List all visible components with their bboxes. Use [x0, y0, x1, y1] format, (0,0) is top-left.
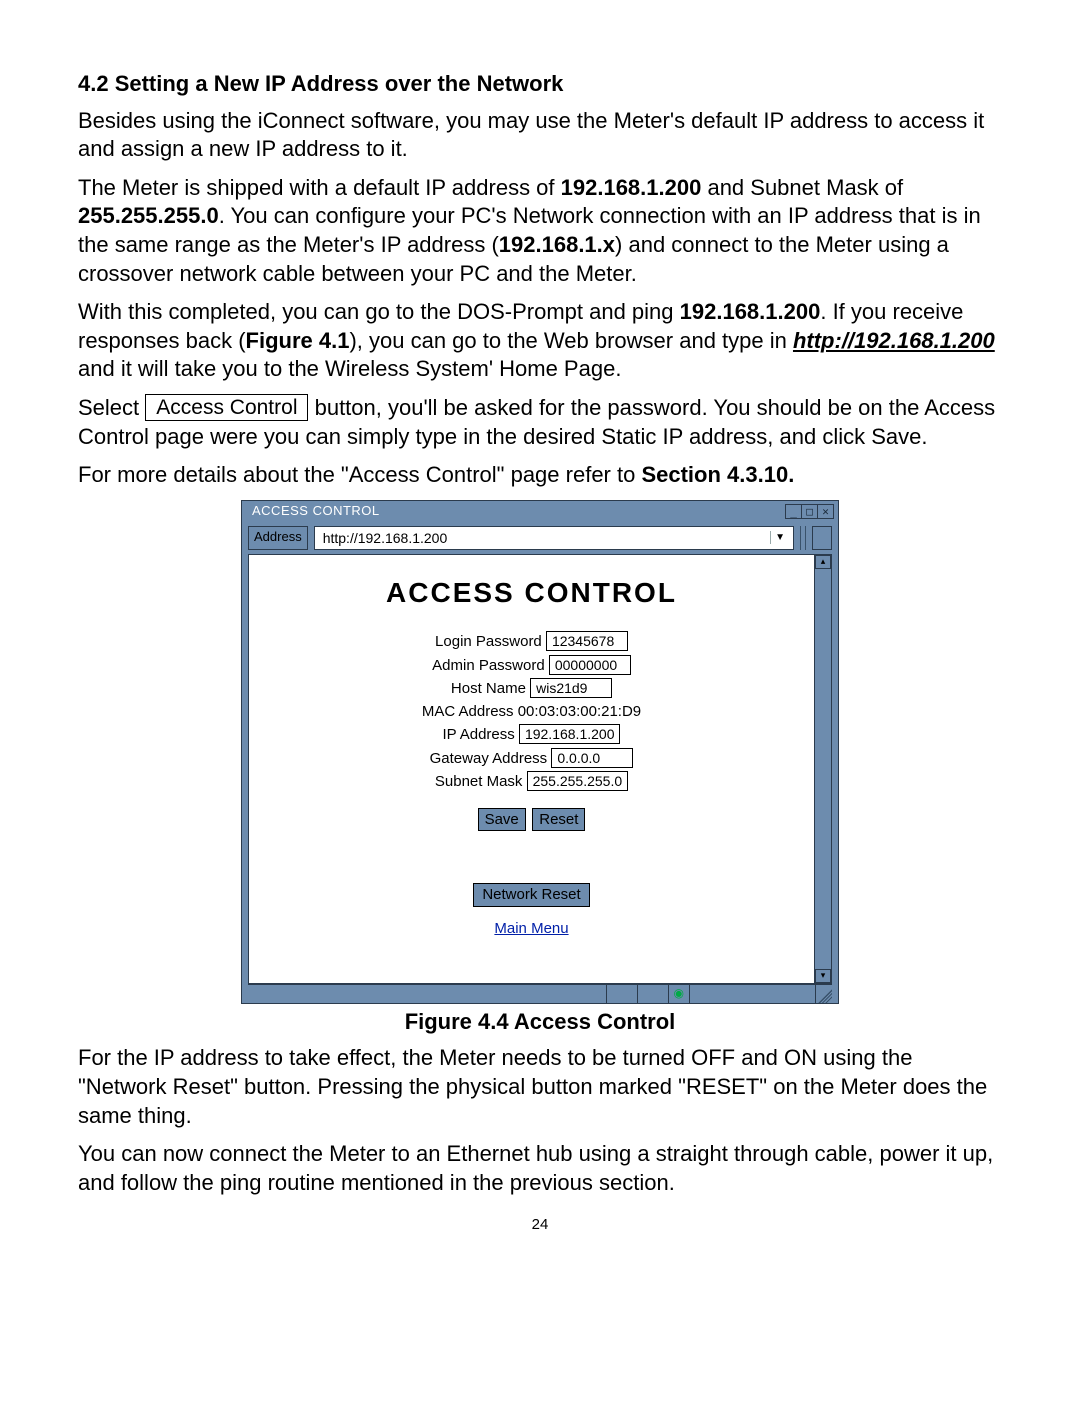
gateway-row: Gateway Address 0.0.0.0	[249, 748, 814, 769]
address-text: http://192.168.1.200	[323, 529, 448, 547]
status-bar: ◉	[248, 984, 832, 1003]
toolbar-button[interactable]	[812, 526, 832, 550]
subnet-row: Subnet Mask 255.255.255.0	[249, 771, 814, 792]
mac-address-value: 00:03:03:00:21:D9	[518, 702, 641, 722]
address-label: Address	[248, 526, 308, 550]
text: The Meter is shipped with a default IP a…	[78, 175, 561, 200]
admin-password-label: Admin Password	[432, 656, 545, 676]
browser-viewport: ACCESS CONTROL Login Password 12345678 A…	[248, 554, 832, 984]
text: ), you can go to the Web browser and typ…	[349, 328, 793, 353]
ip-address-field[interactable]: 192.168.1.200	[519, 724, 621, 744]
status-cell	[690, 985, 816, 1003]
ip-default: 192.168.1.200	[561, 175, 702, 200]
address-field[interactable]: http://192.168.1.200 ▼	[314, 526, 794, 550]
close-icon[interactable]: ✕	[817, 505, 833, 518]
scroll-down-icon[interactable]: ▾	[815, 969, 831, 983]
gateway-address-label: Gateway Address	[430, 749, 548, 769]
page-heading: ACCESS CONTROL	[249, 575, 814, 611]
paragraph-7: You can now connect the Meter to an Ethe…	[78, 1140, 1002, 1197]
subnet-mask-field[interactable]: 255.255.255.0	[527, 771, 629, 791]
browser-content-area: ACCESS CONTROL Login Password 12345678 A…	[242, 554, 838, 1003]
gateway-address-field[interactable]: 0.0.0.0	[551, 748, 633, 768]
section-ref: Section 4.3.10.	[641, 462, 794, 487]
text: Select	[78, 395, 145, 420]
login-password-label: Login Password	[435, 632, 542, 652]
globe-icon: ◉	[669, 985, 690, 1003]
main-menu-link[interactable]: Main Menu	[249, 919, 814, 939]
toolbar-separator	[800, 526, 806, 550]
ping-ip: 192.168.1.200	[680, 299, 821, 324]
figure-ref: Figure 4.1	[246, 328, 350, 353]
page-number: 24	[78, 1215, 1002, 1235]
status-cell	[248, 985, 607, 1003]
login-password-field[interactable]: 12345678	[546, 631, 628, 651]
browser-window: ACCESS CONTROL _ □ ✕ Address http://192.…	[241, 500, 839, 1004]
url-link: http://192.168.1.200	[793, 328, 995, 353]
text: and it will take you to the Wireless Sys…	[78, 356, 621, 381]
window-buttons: _ □ ✕	[785, 504, 834, 519]
ip-address-row: IP Address 192.168.1.200	[249, 724, 814, 745]
figure-caption: Figure 4.4 Access Control	[78, 1008, 1002, 1037]
login-password-row: Login Password 12345678	[249, 631, 814, 652]
text: With this completed, you can go to the D…	[78, 299, 680, 324]
scroll-up-icon[interactable]: ▴	[815, 555, 831, 569]
subnet-mask: 255.255.255.0	[78, 203, 219, 228]
reset-button[interactable]: Reset	[532, 808, 585, 832]
paragraph-2: The Meter is shipped with a default IP a…	[78, 174, 1002, 288]
address-bar-row: Address http://192.168.1.200 ▼	[242, 522, 838, 554]
access-control-inline-button: Access Control	[145, 394, 308, 421]
resize-grip-icon[interactable]	[816, 985, 832, 1003]
host-name-label: Host Name	[451, 679, 526, 699]
paragraph-5: For more details about the "Access Contr…	[78, 461, 1002, 490]
window-title: ACCESS CONTROL	[252, 503, 380, 520]
mac-address-row: MAC Address 00:03:03:00:21:D9	[249, 702, 814, 722]
host-name-row: Host Name wis21d9	[249, 678, 814, 699]
admin-password-field[interactable]: 00000000	[549, 655, 631, 675]
paragraph-1: Besides using the iConnect software, you…	[78, 107, 1002, 164]
status-cell	[607, 985, 638, 1003]
text: and Subnet Mask of	[701, 175, 903, 200]
minimize-icon[interactable]: _	[786, 505, 801, 518]
ip-address-label: IP Address	[443, 725, 515, 745]
text: For more details about the "Access Contr…	[78, 462, 641, 487]
paragraph-6: For the IP address to take effect, the M…	[78, 1044, 1002, 1130]
paragraph-4: Select Access Control button, you'll be …	[78, 394, 1002, 451]
admin-password-row: Admin Password 00000000	[249, 655, 814, 676]
host-name-field[interactable]: wis21d9	[530, 678, 612, 698]
network-reset-button[interactable]: Network Reset	[473, 883, 589, 907]
status-cell	[638, 985, 669, 1003]
maximize-icon[interactable]: □	[801, 505, 817, 518]
save-reset-row: Save Reset	[249, 808, 814, 832]
window-titlebar: ACCESS CONTROL _ □ ✕	[242, 501, 838, 522]
subnet-mask-label: Subnet Mask	[435, 772, 523, 792]
save-button[interactable]: Save	[478, 808, 526, 832]
section-title: 4.2 Setting a New IP Address over the Ne…	[78, 70, 1002, 99]
paragraph-3: With this completed, you can go to the D…	[78, 298, 1002, 384]
scrollbar[interactable]: ▴ ▾	[814, 555, 831, 983]
mac-address-label: MAC Address	[422, 702, 514, 722]
page-content: ACCESS CONTROL Login Password 12345678 A…	[249, 555, 814, 983]
ip-range: 192.168.1.x	[499, 232, 615, 257]
dropdown-icon[interactable]: ▼	[770, 531, 785, 544]
